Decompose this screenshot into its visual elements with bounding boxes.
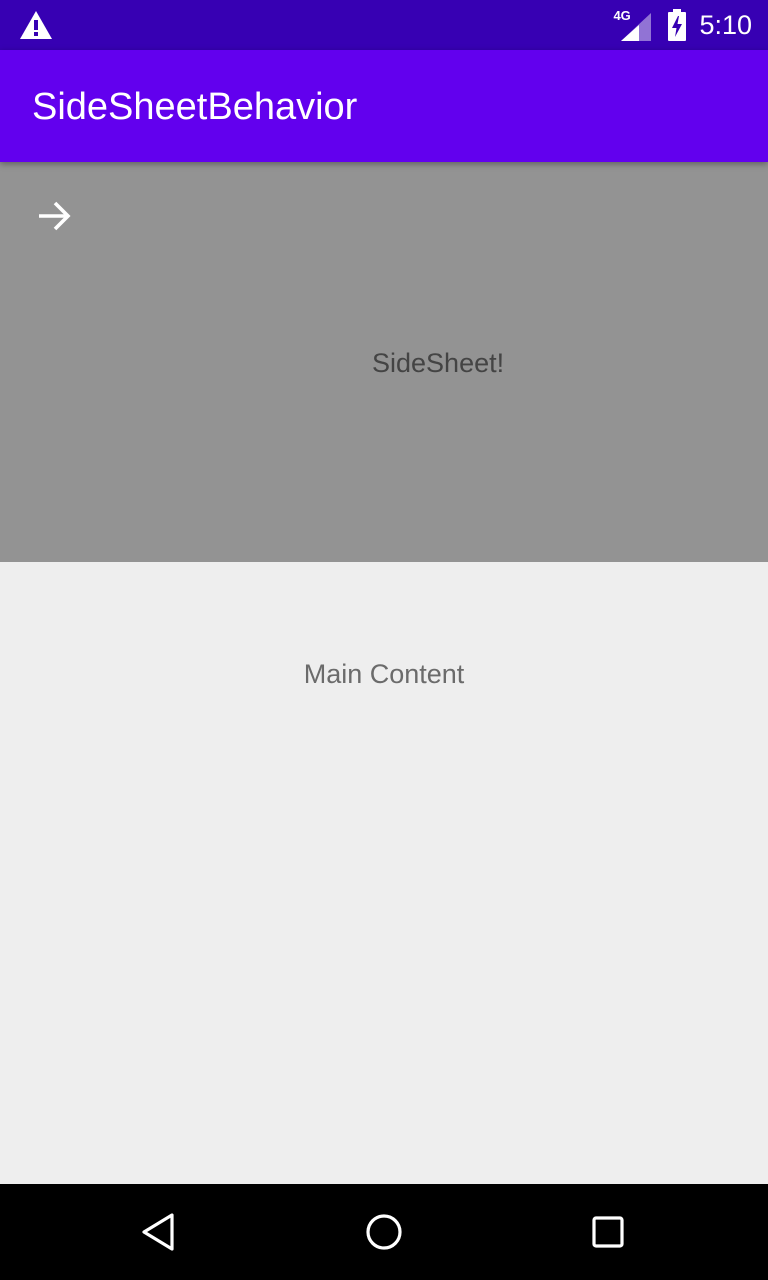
recents-button[interactable] [576,1200,640,1264]
side-sheet: SideSheet! [0,162,768,562]
main-content: Main Content [0,562,768,1184]
main-content-text: Main Content [303,659,465,689]
status-bar: 4G 5:10 [0,0,768,50]
recents-icon [592,1216,624,1248]
app-bar: SideSheetBehavior [0,50,768,162]
arrow-forward-icon [39,201,71,231]
navigation-bar [0,1184,768,1280]
back-icon [142,1213,174,1251]
screen: 4G 5:10 SideSheetBehavior SideSheet! Mai… [0,0,768,1280]
warning-icon [20,11,52,39]
home-icon [366,1214,402,1250]
signal-icon [621,13,652,41]
side-sheet-text: SideSheet! [372,348,505,378]
status-time: 5:10 [699,10,752,40]
status-icons: 4G 5:10 [613,8,752,42]
battery-charging-icon [668,9,687,41]
close-sheet-button[interactable] [22,184,86,248]
back-button[interactable] [128,1200,192,1264]
app-title: SideSheetBehavior [32,86,358,128]
home-button[interactable] [352,1200,416,1264]
network-indicator: 4G [613,9,652,41]
